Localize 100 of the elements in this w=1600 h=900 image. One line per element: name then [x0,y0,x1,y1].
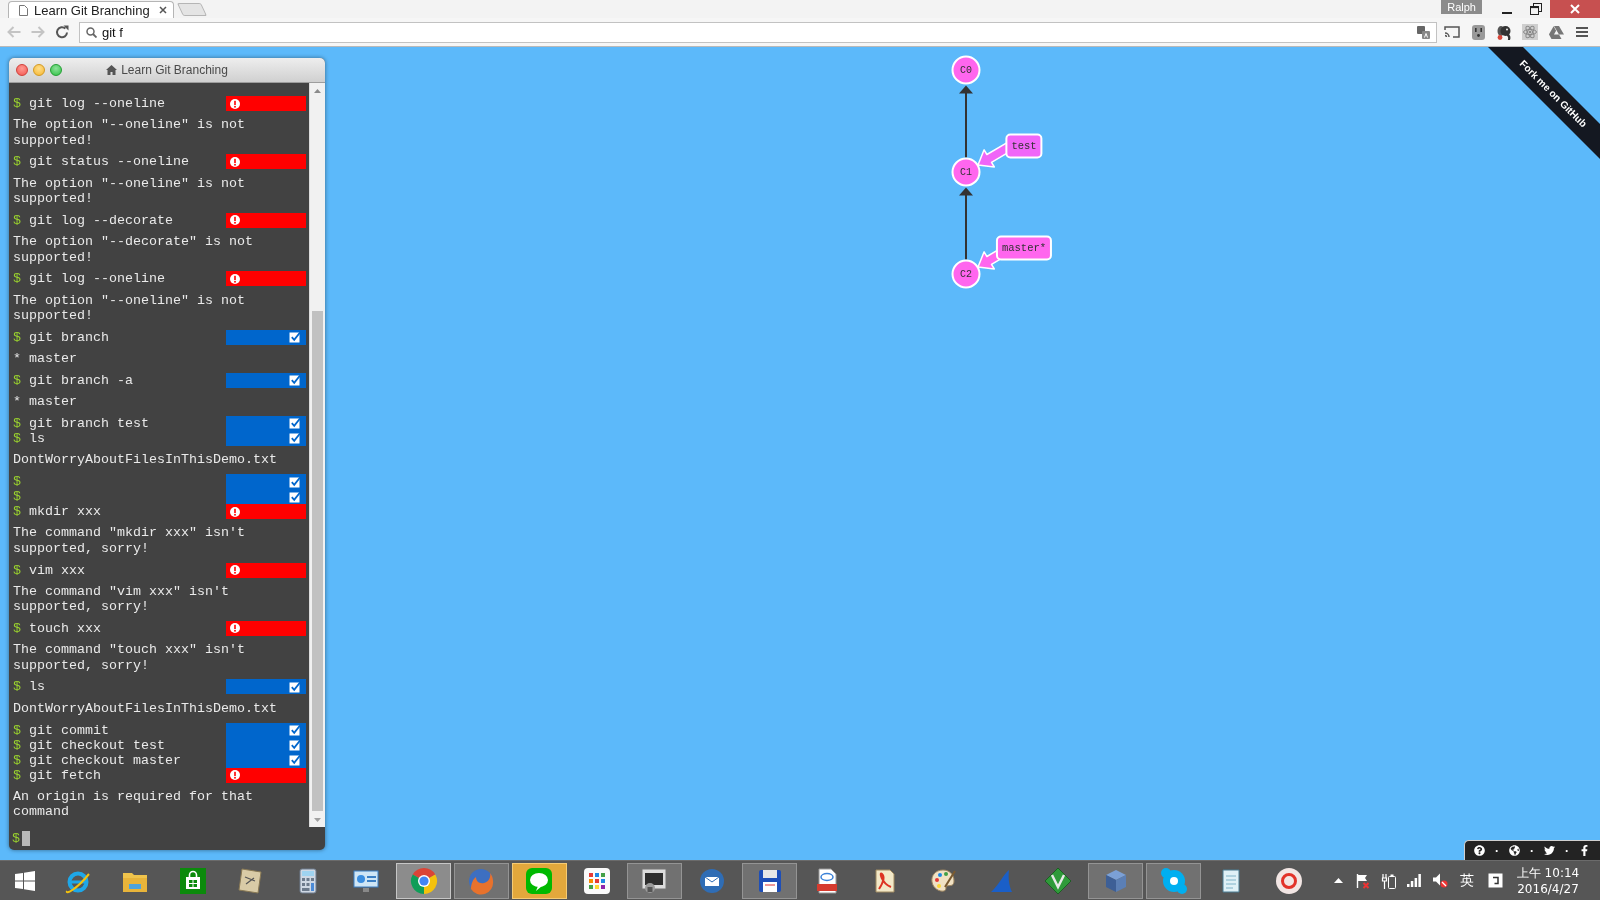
close-button[interactable] [1550,0,1600,18]
padlock-window-icon [640,866,669,895]
close-icon [1570,4,1580,14]
command-output: The command "vim xxx" isn't supported, sorry! [13,583,230,615]
reload-icon [55,25,69,39]
prompt-symbol: $ [13,474,21,490]
speaker-icon[interactable] [1432,873,1448,888]
command-input[interactable]: $ [9,827,325,850]
taskbar-button[interactable] [511,862,567,899]
command-text: git branch [29,329,109,345]
branch-label: master* [995,235,1053,261]
dot-separator: · [1530,844,1534,857]
f-logo-icon[interactable] [1579,845,1590,856]
prompt-symbol: $ [13,752,21,768]
command-text: git fetch [29,767,101,783]
prompt-symbol: $ [13,489,21,505]
prompt-symbol: $ [13,722,21,738]
diamond-icon [1044,866,1073,895]
prompt-symbol: $ [13,372,21,388]
address-bar[interactable]: git f [79,21,1437,43]
prompt-symbol: $ [13,679,21,695]
globe-icon [467,866,496,895]
command-text: git log --decorate [29,212,173,228]
command-output: DontWorryAboutFilesInThisDemo.txt [13,452,278,468]
prompt-symbol: $ [13,271,21,287]
arrow-left-icon [7,26,21,38]
commit-node: C2 [951,259,981,289]
elephant-icon [1496,24,1512,40]
input-language-indicator[interactable]: 英 [1460,871,1474,890]
prompt-symbol: $ [13,620,21,636]
zoom-button[interactable] [50,64,62,76]
text-cursor-icon [22,831,30,846]
bird-icon[interactable] [1544,845,1555,856]
ring-icon [1274,866,1303,895]
cast-icon [1444,26,1460,38]
command-text: touch xxx [29,620,101,636]
command-output: The option "--oneline" is not supported! [13,175,246,207]
command-text: git log --oneline [29,96,165,111]
command-output: * master [13,394,78,410]
prompt-symbol: $ [13,562,21,578]
prompt-symbol: $ [13,415,21,431]
window-title: Learn Git Branching [121,63,228,77]
globe-icon[interactable] [1509,845,1520,856]
atom-icon [1522,24,1538,40]
envelope-icon [698,866,727,895]
restore-icon [1529,3,1542,15]
command-output: * master [13,351,78,367]
prompt-symbol: $ [13,329,21,345]
command-output: An origin is required for that command [13,788,254,820]
commit-node: C0 [951,55,981,85]
prompt-symbol: $ [13,737,21,753]
search-icon [86,26,97,38]
signal-icon[interactable] [1407,874,1421,887]
triangle-icon [1548,25,1564,39]
command-output: The command "mkdir xxx" isn't supported, sorry! [13,525,246,557]
outlet-icon [1471,24,1485,40]
input-method-icon[interactable] [1487,873,1503,888]
shopping-bag-icon [178,866,207,895]
menu-icon [1576,27,1588,37]
command-text: git branch test [29,415,149,431]
prompt-symbol: $ [13,430,21,446]
battery-plug-icon[interactable] [1380,872,1396,889]
clock-time[interactable]: 上午 10:14 [1516,864,1580,881]
prompt-symbol: $ [13,154,21,170]
command-text: ls [29,679,45,695]
scrollbar-thumb[interactable] [312,311,323,811]
command-text: mkdir xxx [29,504,101,520]
flag-icon[interactable] [1354,872,1370,889]
command-output: The option "--decorate" is not supported! [13,234,254,265]
palette-icon [928,866,957,895]
clock-date[interactable]: 2016/4/27 [1517,880,1579,897]
prompt-symbol: $ [13,767,21,783]
command-text: git checkout master [29,752,181,768]
command-output: The option "--oneline" is not supported! [13,117,246,149]
help-icon[interactable] [1474,845,1485,856]
bubble-icon [1159,866,1188,895]
close-icon[interactable] [159,6,167,14]
four-panes-icon [15,870,35,891]
segmented-circle-icon [409,866,438,895]
dot-separator: · [1495,844,1499,857]
command-text: ls [29,430,45,446]
up-caret-icon[interactable] [1333,878,1343,883]
command-output: The command "touch xxx" isn't supported, sorry! [13,642,246,673]
browser-tab[interactable]: Learn Git Branching [8,1,174,18]
page-icon [19,4,28,16]
translate-icon[interactable] [1417,25,1430,39]
chat-bubble-icon [525,866,553,895]
scroll-up-icon[interactable] [314,88,321,93]
command-text: git status --oneline [29,154,189,170]
commit-node: C1 [951,157,981,187]
minimize-icon [1501,12,1512,14]
close-button[interactable] [16,64,28,76]
exclamation-circle-icon [230,770,240,780]
dot-separator: · [1565,844,1569,857]
branch-label: test [1005,133,1043,159]
command-text: git log --oneline [29,271,165,287]
prompt-symbol: $ [13,504,21,520]
command-text: git commit [29,722,109,738]
prompt-symbol: $ [13,212,21,228]
prompt-symbol: $ [13,96,21,111]
